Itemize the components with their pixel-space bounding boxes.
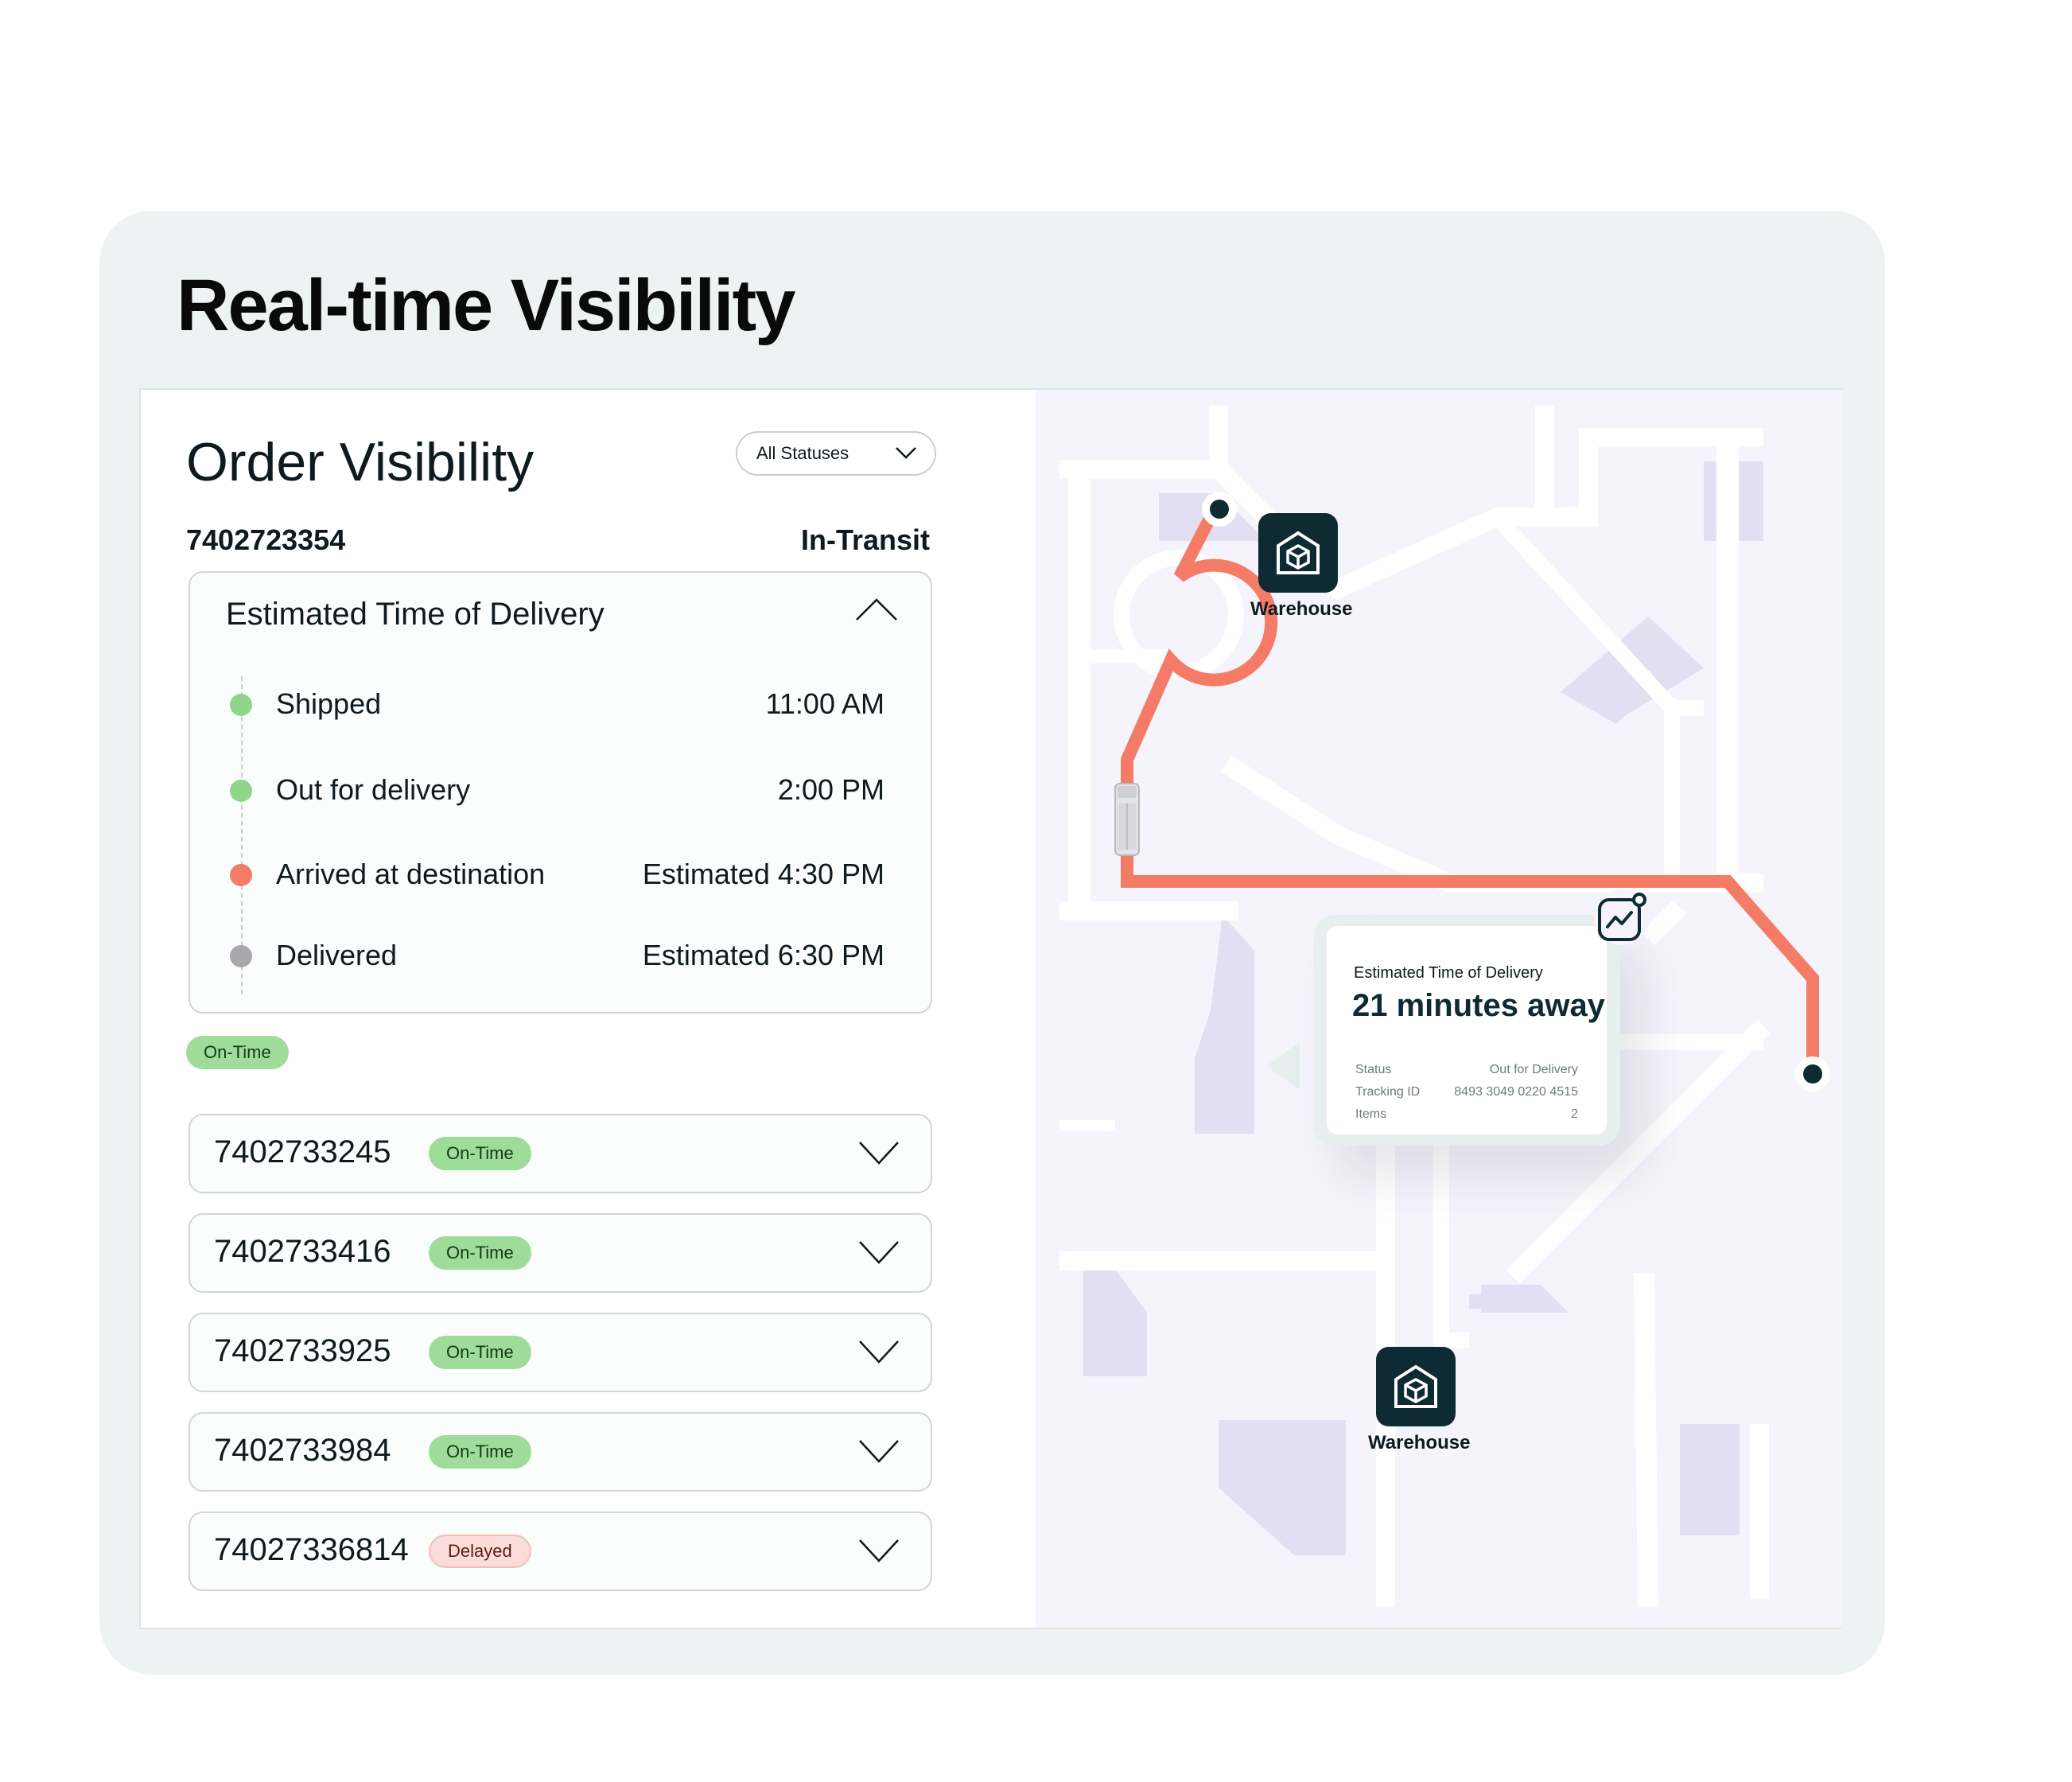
step-time: Estimated 4:30 PM — [642, 858, 884, 890]
detail-key: Tracking ID — [1355, 1085, 1421, 1099]
status-dot — [230, 780, 252, 802]
delivery-map[interactable]: Warehouse Warehouse Estimated Time of De… — [1036, 390, 1841, 1628]
status-badge: On-Time — [429, 1137, 531, 1170]
chevron-down-icon[interactable] — [857, 1338, 900, 1365]
status-filter-dropdown[interactable]: All Statuses — [736, 431, 936, 476]
step-time: 11:00 AM — [765, 687, 884, 720]
timeline-step: Arrived at destination Estimated 4:30 PM — [190, 854, 931, 894]
step-label: Delivered — [276, 939, 398, 971]
chevron-down-icon — [896, 447, 916, 459]
chevron-down-icon[interactable] — [857, 1438, 900, 1465]
chevron-down-icon[interactable] — [857, 1239, 900, 1266]
step-time: 2:00 PM — [777, 773, 884, 806]
popup-detail-row: Tracking ID 8493 3049 0220 4515 — [1355, 1085, 1578, 1103]
warehouse-box-icon[interactable] — [1258, 513, 1338, 593]
chevron-up-icon[interactable] — [854, 597, 899, 622]
order-visibility-title: Order Visibility — [186, 432, 535, 492]
order-row[interactable]: 7402733245 On-Time — [189, 1114, 932, 1193]
order-row[interactable]: 7402733925 On-Time — [189, 1313, 932, 1392]
truck-icon — [1114, 783, 1140, 856]
popup-caption: Estimated Time of Delivery — [1354, 964, 1543, 982]
hero-title: Real-time Visibility — [177, 265, 795, 346]
active-order-id: 7402723354 — [186, 523, 346, 556]
chevron-down-icon[interactable] — [857, 1139, 900, 1166]
popup-pointer — [1266, 1042, 1300, 1090]
detail-value: 8493 3049 0220 4515 — [1454, 1085, 1578, 1099]
popup-detail-row: Items 2 — [1355, 1107, 1578, 1125]
eta-card: Estimated Time of Delivery Shipped 11:00… — [189, 571, 932, 1014]
order-visibility-panel: Order Visibility All Statuses 7402723354… — [139, 388, 1841, 1629]
detail-key: Status — [1355, 1063, 1392, 1076]
order-row[interactable]: 7402733984 On-Time — [189, 1412, 932, 1492]
order-id: 7402733245 — [214, 1134, 391, 1169]
status-badge: Delayed — [429, 1535, 531, 1568]
detail-key: Items — [1355, 1107, 1387, 1121]
timeline-step: Out for delivery 2:00 PM — [190, 770, 931, 810]
warehouse-label: Warehouse — [1368, 1432, 1471, 1453]
popup-detail-row: Status Out for Delivery — [1355, 1063, 1578, 1080]
step-label: Arrived at destination — [276, 858, 546, 890]
status-dot — [230, 864, 252, 886]
active-order-status: In-Transit — [800, 523, 930, 556]
order-id: 74027336814 — [214, 1532, 409, 1567]
order-list-pane: Order Visibility All Statuses 7402723354… — [141, 390, 1036, 1628]
timeline-step: Delivered Estimated 6:30 PM — [190, 936, 931, 975]
analytics-chart-icon[interactable] — [1594, 889, 1650, 945]
status-dot — [230, 694, 252, 716]
eta-card-title: Estimated Time of Delivery — [226, 597, 604, 632]
status-badge: On-Time — [429, 1435, 531, 1469]
detail-value: Out for Delivery — [1489, 1063, 1578, 1076]
active-order-badge: On-Time — [186, 1036, 289, 1069]
warehouse-label: Warehouse — [1250, 598, 1353, 620]
status-filter-value: All Statuses — [756, 443, 849, 463]
order-row[interactable]: 7402733416 On-Time — [189, 1213, 932, 1293]
status-dot — [230, 945, 252, 967]
status-badge: On-Time — [429, 1336, 531, 1369]
eta-popup-content: Estimated Time of Delivery 21 minutes aw… — [1327, 926, 1607, 1134]
timeline-step: Shipped 11:00 AM — [190, 684, 931, 724]
order-id: 7402733984 — [214, 1433, 391, 1468]
status-badge: On-Time — [429, 1236, 531, 1270]
detail-value: 2 — [1571, 1107, 1578, 1121]
popup-headline: 21 minutes away — [1352, 988, 1605, 1023]
warehouse-box-icon[interactable] — [1376, 1347, 1456, 1426]
step-label: Shipped — [276, 687, 382, 720]
order-row[interactable]: 74027336814 Delayed — [189, 1512, 932, 1591]
step-label: Out for delivery — [276, 773, 471, 806]
step-time: Estimated 6:30 PM — [642, 939, 884, 971]
order-id: 7402733925 — [214, 1333, 391, 1368]
chevron-down-icon[interactable] — [857, 1537, 900, 1564]
eta-popup[interactable]: Estimated Time of Delivery 21 minutes aw… — [1314, 915, 1620, 1146]
order-id: 7402733416 — [214, 1234, 391, 1269]
